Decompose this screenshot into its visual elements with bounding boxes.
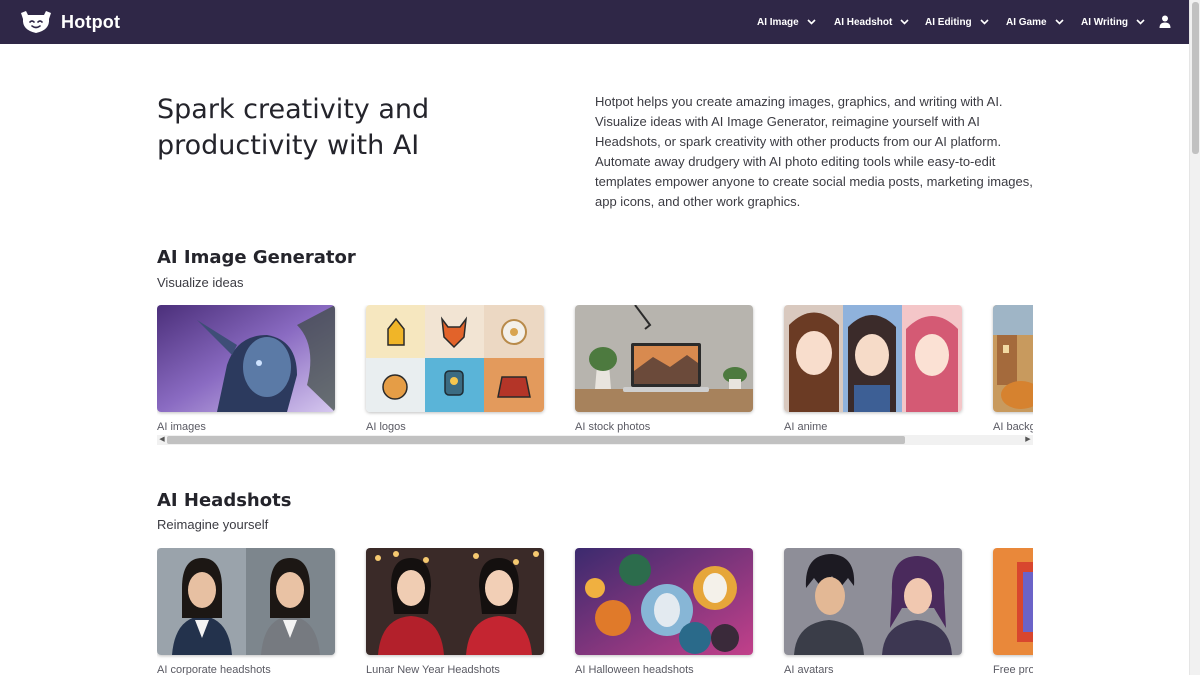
nav-item-ai-editing[interactable]: AI Editing [925,15,989,29]
card-ai-backgrounds[interactable]: AI backg [993,305,1033,433]
chevron-down-icon [1055,19,1064,25]
card-lunar-new-year-headshots[interactable]: Lunar New Year Headshots [366,548,544,675]
card-ai-anime[interactable]: AI anime [784,305,962,433]
card-caption[interactable]: AI Halloween headshots [575,664,694,675]
page-scrollbar-thumb[interactable] [1192,2,1199,154]
card-caption[interactable]: AI avatars [784,664,834,675]
ai-corporate-headshots-thumbnail[interactable] [157,548,335,655]
card-caption[interactable]: AI logos [366,421,406,433]
card-ai-stock-photos[interactable]: AI stock photos [575,305,753,433]
nav-item-ai-image[interactable]: AI Image [757,15,816,29]
nav-item-ai-writing[interactable]: AI Writing [1081,15,1145,29]
card-ai-corporate-headshots[interactable]: AI corporate headshots [157,548,335,675]
free-pro-thumbnail[interactable] [993,548,1033,655]
ai-backgrounds-thumbnail[interactable] [993,305,1033,412]
page-title: Spark creativity and productivity with A… [157,94,430,161]
ai-avatars-thumbnail[interactable] [784,548,962,655]
card-ai-images[interactable]: AI images [157,305,335,433]
chevron-down-icon [807,19,816,25]
nav-item-label: AI Writing [1081,16,1129,28]
card-free-pro[interactable]: Free pro [993,548,1033,675]
nav-item-label: AI Editing [925,16,972,28]
chevron-down-icon [1136,19,1145,25]
card-caption[interactable]: AI anime [784,421,827,433]
card-caption[interactable]: AI images [157,421,206,433]
chevron-down-icon [980,19,989,25]
brand-logo-link[interactable]: Hotpot [19,10,120,34]
card-ai-halloween-headshots[interactable]: AI Halloween headshots [575,548,753,675]
image-generator-carousel-scrollbar[interactable]: ◀ ▶ [157,435,1033,445]
nav-item-ai-headshot[interactable]: AI Headshot [834,15,909,29]
nav-item-label: AI Game [1006,16,1047,28]
carousel-scrollbar-thumb[interactable] [167,436,905,444]
user-icon[interactable] [1159,15,1171,28]
scroll-right-arrow-icon[interactable]: ▶ [1023,435,1033,445]
card-caption[interactable]: AI backg [993,421,1033,433]
card-caption[interactable]: AI corporate headshots [157,664,271,675]
image-generator-carousel: AI images AI logos AI stock photos AI an… [157,305,1033,435]
section-title-headshots: AI Headshots [157,490,292,511]
ai-anime-thumbnail[interactable] [784,305,962,412]
chevron-down-icon [900,19,909,25]
card-caption[interactable]: Lunar New Year Headshots [366,664,500,675]
nav-item-ai-game[interactable]: AI Game [1006,15,1064,29]
hotpot-logo-icon [21,11,51,33]
brand-name: Hotpot [61,11,121,32]
card-caption[interactable]: Free pro [993,664,1033,675]
hero-description: Hotpot helps you create amazing images, … [595,94,1033,209]
ai-stock-photos-thumbnail[interactable] [575,305,753,412]
ai-images-thumbnail[interactable] [157,305,335,412]
ai-halloween-headshots-thumbnail[interactable] [575,548,753,655]
page-scrollbar[interactable] [1189,0,1200,675]
top-navigation: Hotpot AI Image AI Headshot AI Editing A… [0,0,1189,44]
section-title-image-generator: AI Image Generator [157,247,356,268]
nav-item-label: AI Image [757,16,799,28]
lunar-new-year-headshots-thumbnail[interactable] [366,548,544,655]
card-ai-avatars[interactable]: AI avatars [784,548,962,675]
card-ai-logos[interactable]: AI logos [366,305,544,433]
nav-item-label: AI Headshot [834,16,893,28]
section-subtitle-headshots: Reimagine yourself [157,517,269,532]
card-caption[interactable]: AI stock photos [575,421,650,433]
scroll-left-arrow-icon[interactable]: ◀ [157,435,167,445]
section-subtitle-image-generator: Visualize ideas [157,275,244,290]
ai-logos-thumbnail[interactable] [366,305,544,412]
headshots-carousel: AI corporate headshots Lunar New Year He… [157,548,1033,675]
